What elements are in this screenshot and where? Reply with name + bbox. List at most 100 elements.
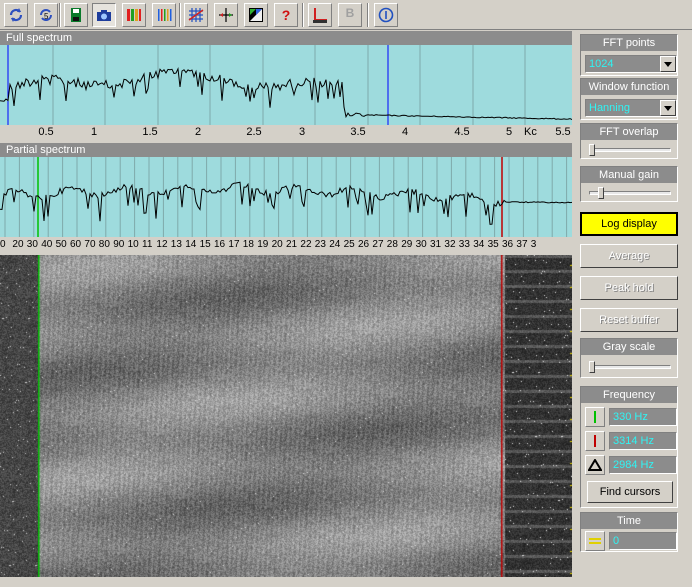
spectrogram-waterfall[interactable] — [0, 255, 572, 577]
control-panel: FFT points 1024 Window function Hanning … — [576, 32, 690, 584]
axis-tick-label: 1.5 — [142, 126, 158, 138]
axis-tick-label: 36 — [502, 239, 514, 250]
fft-overlap-slider[interactable] — [589, 144, 671, 156]
spectrum-analyzer-window: 5 ? B Full spectrum 0.5 1 1.5 2 2.5 3 3.… — [0, 0, 692, 587]
axis-tick-label: 70 — [84, 239, 96, 250]
fft-points-select[interactable]: 1024 — [585, 55, 677, 73]
red-cursor-icon[interactable] — [585, 431, 605, 451]
chart-a-icon[interactable] — [308, 3, 332, 27]
axis-tick-label: 3.5 — [350, 126, 366, 138]
vertical-lines-icon[interactable] — [152, 3, 176, 27]
chevron-down-icon[interactable] — [660, 56, 676, 72]
full-spectrum-plot[interactable] — [0, 45, 579, 125]
axis-tick-label: 0 — [0, 239, 6, 250]
axis-tick-label: 90 — [113, 239, 125, 250]
reset-buffer-button[interactable]: Reset buffer — [580, 308, 678, 332]
partial-spectrum-axis: 0 20 30 40 50 60 70 80 90 10 11 12 13 14 15 16 17 18 19 20 2… — [0, 237, 572, 255]
manual-gain-slider[interactable] — [589, 187, 671, 199]
axis-tick-label: 33 — [458, 239, 470, 250]
axis-tick-label: 5 — [505, 126, 513, 138]
info-icon[interactable] — [374, 3, 398, 27]
frequency-title: Frequency — [581, 387, 677, 403]
refresh-5-icon[interactable]: 5 — [34, 3, 58, 27]
partial-spectrum-trace — [0, 181, 573, 225]
grid-icon[interactable] — [184, 3, 208, 27]
color-bars-icon[interactable] — [122, 3, 146, 27]
axis-tick-label: 32 — [444, 239, 456, 250]
log-display-button[interactable]: Log display — [580, 212, 678, 236]
window-function-select[interactable]: Hanning — [585, 99, 677, 117]
gray-scale-slider[interactable] — [589, 361, 671, 373]
full-spectrum-title: Full spectrum — [0, 31, 572, 45]
axis-tick-label: 35 — [487, 239, 499, 250]
delta-frequency-value: 2984 Hz — [609, 456, 677, 474]
chevron-down-icon[interactable] — [660, 100, 676, 116]
peak-hold-button[interactable]: Peak hold — [580, 276, 678, 300]
gray-scale-group: Gray scale — [580, 338, 678, 378]
fft-overlap-group: FFT overlap — [580, 123, 678, 159]
cursor2-frequency-row: 3314 Hz — [585, 431, 677, 451]
time-title: Time — [581, 513, 677, 529]
axis-tick-label: 80 — [98, 239, 110, 250]
axis-tick-label: 17 — [228, 239, 240, 250]
window-function-value: Hanning — [589, 102, 630, 114]
equals-icon[interactable] — [585, 531, 605, 551]
axis-tick-label: 4 — [401, 126, 409, 138]
axis-tick-label: 28 — [386, 239, 398, 250]
camera-icon[interactable] — [92, 3, 116, 27]
refresh-icon[interactable] — [4, 3, 28, 27]
axis-tick-label: 29 — [401, 239, 413, 250]
save-disk-icon[interactable] — [64, 3, 88, 27]
gray-scale-slider-thumb[interactable] — [589, 361, 595, 373]
full-spectrum-axis: 0.5 1 1.5 2 2.5 3 3.5 4 4.5 5 5.5 Kc — [0, 125, 572, 141]
time-row: 0 — [585, 531, 677, 551]
cursor-arrows-icon[interactable] — [214, 3, 238, 27]
axis-tick-label: 34 — [473, 239, 485, 250]
axis-tick-label: 50 — [55, 239, 67, 250]
time-group: Time 0 — [580, 512, 678, 552]
axis-tick-label: 20 — [12, 239, 24, 250]
axis-tick-label: 0.5 — [38, 126, 54, 138]
axis-unit-label: Kc — [524, 126, 537, 138]
axis-tick-label: 27 — [372, 239, 384, 250]
axis-tick-label: 1 — [90, 126, 98, 138]
axis-tick-label: 24 — [329, 239, 341, 250]
axis-tick-label: 2 — [194, 126, 202, 138]
manual-gain-slider-thumb[interactable] — [598, 187, 604, 199]
cursor1-frequency-value: 330 Hz — [609, 408, 677, 426]
axis-tick-label: 37 — [516, 239, 528, 250]
palette-icon[interactable] — [244, 3, 268, 27]
fft-points-title: FFT points — [581, 35, 677, 51]
axis-tick-label: 11 — [142, 239, 153, 250]
partial-spectrum-plot[interactable] — [0, 157, 573, 237]
time-value: 0 — [609, 532, 677, 550]
manual-gain-title: Manual gain — [581, 167, 677, 183]
help-icon[interactable]: ? — [274, 3, 298, 27]
manual-gain-group: Manual gain — [580, 166, 678, 202]
delta-icon[interactable] — [585, 455, 605, 475]
cursor2-frequency-value: 3314 Hz — [609, 432, 677, 450]
axis-tick-label: 22 — [300, 239, 312, 250]
fft-overlap-slider-thumb[interactable] — [589, 144, 595, 156]
find-cursors-button[interactable]: Find cursors — [587, 481, 673, 503]
axis-tick-label: 60 — [70, 239, 82, 250]
axis-tick-label: 3 — [530, 239, 537, 250]
fft-points-group: FFT points 1024 — [580, 34, 678, 76]
axis-tick-label: 3 — [298, 126, 306, 138]
axis-tick-label: 4.5 — [454, 126, 470, 138]
axis-tick-label: 30 — [415, 239, 427, 250]
frequency-group: Frequency 330 Hz 3314 Hz 2984 Hz Find cu… — [580, 386, 678, 508]
axis-tick-label: 31 — [430, 239, 442, 250]
svg-text:5: 5 — [44, 12, 49, 21]
fft-overlap-title: FFT overlap — [581, 124, 677, 140]
axis-tick-label: 20 — [271, 239, 283, 250]
axis-tick-label: 13 — [170, 239, 182, 250]
average-button[interactable]: Average — [580, 244, 678, 268]
axis-tick-label: 40 — [41, 239, 53, 250]
green-cursor-icon[interactable] — [585, 407, 605, 427]
chart-b-icon[interactable]: B — [338, 3, 362, 27]
window-function-title: Window function — [581, 79, 677, 95]
partial-spectrum-title: Partial spectrum — [0, 143, 572, 157]
axis-tick-label: 15 — [199, 239, 211, 250]
axis-tick-label: 23 — [314, 239, 326, 250]
